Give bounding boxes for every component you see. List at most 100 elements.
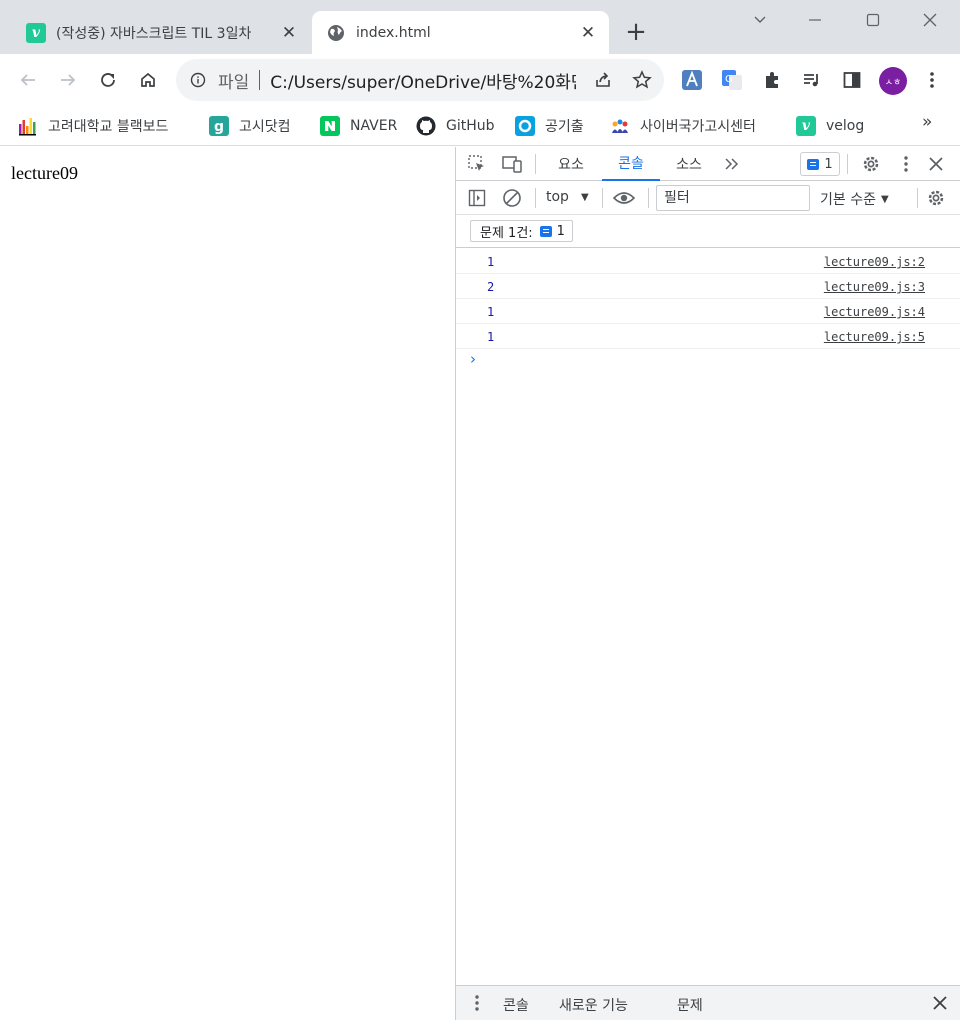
- divider: [648, 188, 649, 208]
- globe-icon: [326, 23, 346, 43]
- svg-text:G: G: [725, 74, 733, 85]
- bookmarks-overflow-button[interactable]: »: [922, 112, 932, 132]
- message-icon: [539, 225, 552, 237]
- velog-icon: v: [26, 22, 46, 43]
- drawer-tab-whats-new[interactable]: 새로운 기능: [559, 995, 628, 1015]
- google-translate-icon[interactable]: G: [718, 66, 746, 94]
- bookmark-item[interactable]: v velog: [796, 114, 864, 138]
- forward-icon[interactable]: [54, 66, 82, 94]
- tab-velog[interactable]: v (작성중) 자바스크립트 TIL 3일차 ✕: [12, 11, 310, 54]
- source-link[interactable]: lecture09.js:4: [824, 305, 925, 319]
- back-icon[interactable]: [14, 66, 42, 94]
- console-settings-gear-icon[interactable]: [923, 185, 949, 211]
- console-filter-input[interactable]: [656, 185, 810, 211]
- close-tab-icon[interactable]: ✕: [579, 23, 597, 43]
- bookmark-item[interactable]: NAVER: [320, 114, 397, 138]
- profile-avatar[interactable]: ㅅㅎ: [879, 67, 907, 95]
- clear-console-icon[interactable]: [499, 185, 525, 211]
- live-expression-eye-icon[interactable]: [611, 185, 637, 211]
- home-icon[interactable]: [134, 66, 162, 94]
- new-tab-button[interactable]: +: [622, 17, 650, 47]
- device-toolbar-icon[interactable]: [499, 151, 525, 177]
- tab-index-html[interactable]: index.html ✕: [312, 11, 609, 54]
- console-value: 1: [487, 255, 495, 269]
- console-prompt-chevron-icon[interactable]: ›: [470, 350, 476, 368]
- bookmark-item[interactable]: GitHub: [416, 114, 495, 138]
- console-message-row: 1 lecture09.js:2: [456, 249, 960, 274]
- bookmark-label: NAVER: [350, 118, 398, 134]
- dropdown-arrow-icon: ▼: [880, 193, 889, 205]
- issues-counter-button[interactable]: 1: [800, 152, 840, 176]
- dropdown-arrow-icon: ▼: [580, 191, 589, 203]
- inspect-element-icon[interactable]: [464, 151, 490, 177]
- more-tabs-chevron-icon[interactable]: [719, 151, 745, 177]
- tab-console[interactable]: 콘솔: [602, 147, 660, 181]
- bookmark-item[interactable]: 사이버국가고시센터: [610, 114, 756, 138]
- bookmark-star-icon[interactable]: [628, 66, 656, 94]
- gonggichul-icon: [515, 116, 535, 136]
- media-control-icon[interactable]: [798, 66, 826, 94]
- tab-title: (작성중) 자바스크립트 TIL 3일차: [56, 25, 252, 42]
- close-devtools-icon[interactable]: [923, 151, 949, 177]
- divider: [847, 154, 848, 174]
- share-icon[interactable]: [589, 66, 617, 94]
- tab-elements[interactable]: 요소: [546, 147, 596, 181]
- devtools-menu-icon[interactable]: [893, 151, 919, 177]
- divider: [259, 70, 261, 90]
- svg-text:g: g: [214, 119, 224, 135]
- bookmark-item[interactable]: 고려대학교 블랙보드: [18, 114, 168, 138]
- gosi-icon: g: [209, 116, 229, 136]
- extensions-icon[interactable]: [758, 66, 786, 94]
- page-viewport: lecture09: [0, 147, 455, 1020]
- tab-search-icon[interactable]: [745, 6, 775, 34]
- bookmark-item[interactable]: 공기출: [515, 114, 584, 138]
- log-level-selector[interactable]: 기본 수준 ▼: [820, 189, 889, 209]
- devtools-drawer: 콘솔 새로운 기능 문제: [456, 985, 960, 1020]
- translate-extension-icon[interactable]: [678, 66, 706, 94]
- sidebar-toggle-icon[interactable]: [464, 185, 490, 211]
- drawer-tab-console[interactable]: 콘솔: [503, 995, 529, 1015]
- tab-sources[interactable]: 소스: [664, 147, 714, 181]
- drawer-menu-icon[interactable]: [464, 990, 490, 1016]
- issues-chip-button[interactable]: 문제 1건: 1: [470, 220, 573, 242]
- context-value: top: [546, 189, 569, 205]
- divider: [535, 154, 536, 174]
- bookmark-label: 고려대학교 블랙보드: [48, 119, 169, 135]
- bookmark-item[interactable]: g 고시닷컴: [209, 114, 291, 138]
- drawer-tab-issues[interactable]: 문제: [677, 995, 703, 1015]
- github-icon: [416, 116, 436, 136]
- devtools-tab-bar: 요소 콘솔 소스 1: [456, 147, 960, 181]
- issues-chip-count: 1: [556, 223, 565, 239]
- close-drawer-icon[interactable]: [927, 990, 953, 1016]
- source-link[interactable]: lecture09.js:3: [824, 280, 925, 294]
- cyber-gosi-icon: [610, 116, 630, 136]
- context-selector[interactable]: top ▼: [546, 189, 589, 205]
- info-icon[interactable]: [190, 72, 206, 88]
- bookmark-label: 공기출: [545, 119, 584, 135]
- url-text[interactable]: C:/Users/super/OneDrive/바탕%20화면/lecture0…: [270, 68, 576, 93]
- blackboard-icon: [18, 116, 38, 136]
- console-value: 1: [487, 330, 495, 344]
- minimize-icon[interactable]: [800, 6, 830, 34]
- source-link[interactable]: lecture09.js:5: [824, 330, 925, 344]
- maximize-icon[interactable]: [858, 6, 888, 34]
- divider: [535, 188, 536, 208]
- console-messages: 1 lecture09.js:2 2 lecture09.js:3 1 lect…: [456, 249, 960, 349]
- source-link[interactable]: lecture09.js:2: [824, 255, 925, 269]
- naver-icon: [320, 116, 340, 136]
- log-level-value: 기본 수준: [820, 192, 876, 208]
- close-tab-icon[interactable]: ✕: [280, 23, 298, 43]
- page-heading: lecture09: [11, 163, 78, 183]
- bookmarks-bar: 고려대학교 블랙보드 g 고시닷컴 NAVER GitHub 공기출 사이버국가…: [0, 106, 960, 146]
- issues-bar: 문제 1건: 1: [456, 215, 960, 248]
- divider: [602, 188, 603, 208]
- console-value: 2: [487, 280, 495, 294]
- console-message-row: 1 lecture09.js:4: [456, 299, 960, 324]
- side-panel-icon[interactable]: [838, 66, 866, 94]
- close-window-icon[interactable]: [915, 6, 945, 34]
- console-message-row: 1 lecture09.js:5: [456, 324, 960, 349]
- chrome-menu-icon[interactable]: [918, 66, 946, 94]
- settings-gear-icon[interactable]: [858, 151, 884, 177]
- reload-icon[interactable]: [94, 66, 122, 94]
- tab-title: index.html: [356, 24, 431, 41]
